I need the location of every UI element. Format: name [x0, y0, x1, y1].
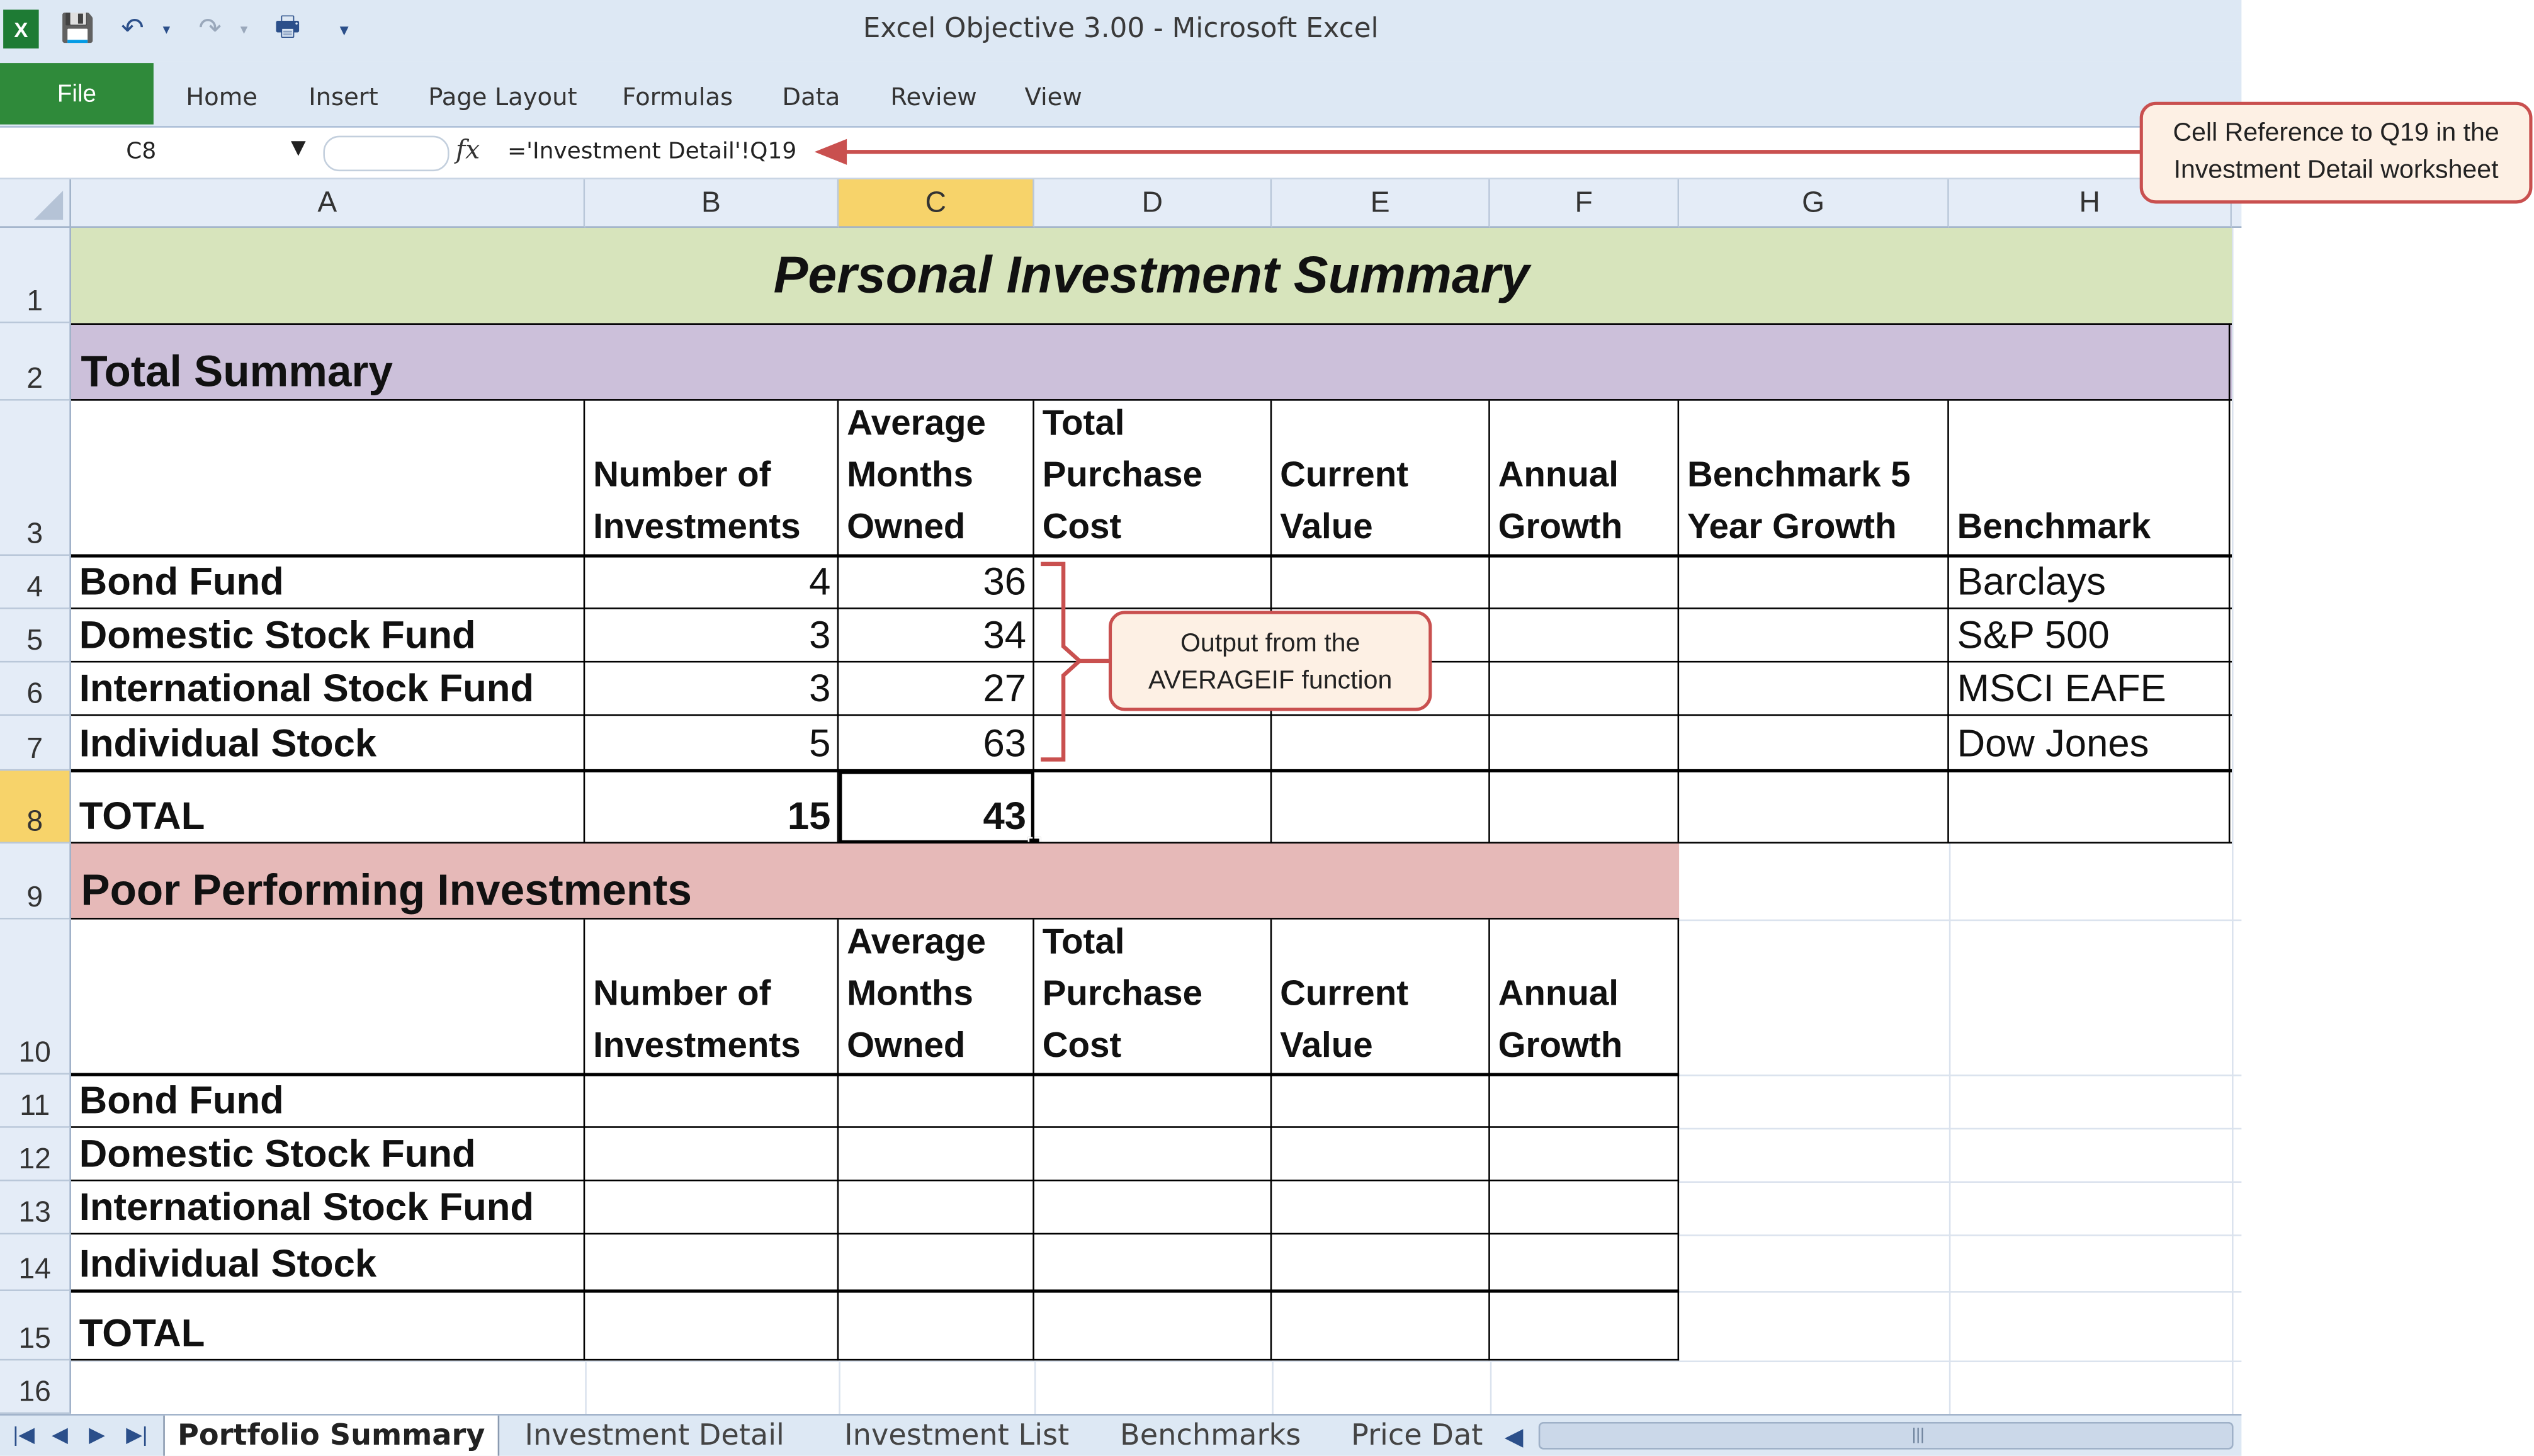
cell-reference-arrow-head — [814, 138, 847, 165]
callout-averageif: Output from the AVERAGEIF function — [1108, 611, 1432, 711]
callout-cell-reference: Cell Reference to Q19 in the Investment … — [2139, 101, 2533, 204]
annotation-overlay — [814, 138, 2142, 762]
averageif-brace-icon — [1041, 562, 1083, 762]
